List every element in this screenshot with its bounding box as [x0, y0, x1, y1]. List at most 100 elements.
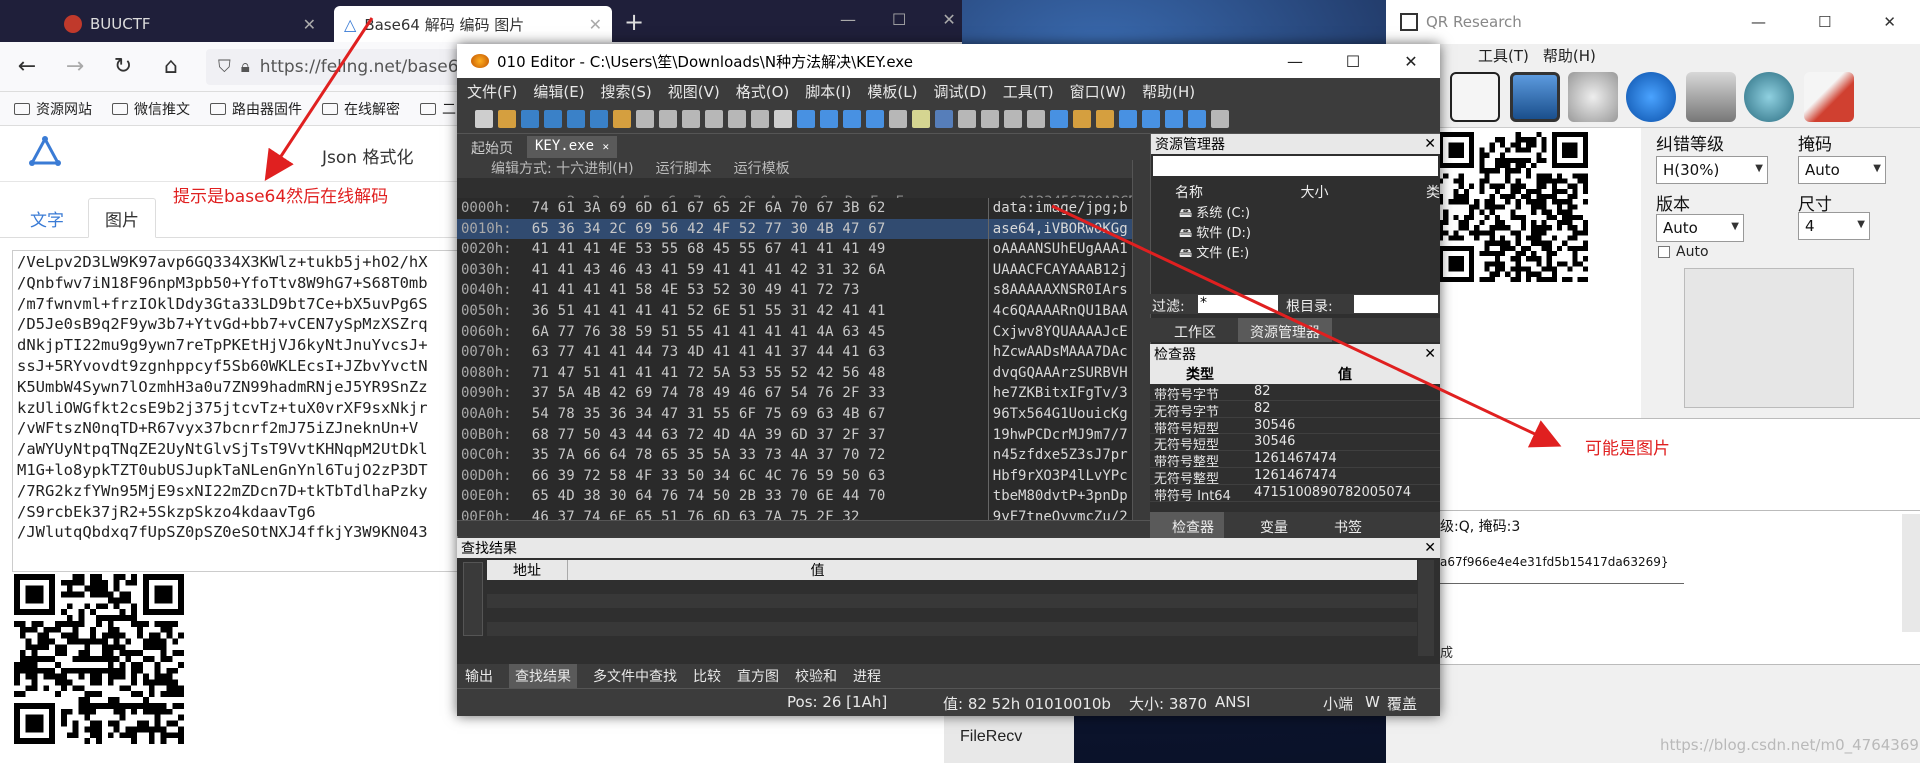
close-tab-icon[interactable]: ✕	[303, 15, 316, 34]
minimize-icon[interactable]: —	[1266, 44, 1324, 78]
toolbar-icon[interactable]	[705, 110, 723, 128]
toolbar-icon[interactable]	[659, 110, 677, 128]
hex-bytes[interactable]: 54 78 35 36 34 47 31 55 6F 75 69 63 4B 6…	[532, 404, 984, 425]
toolbar-icon[interactable]	[958, 110, 976, 128]
hex-bytes[interactable]: 37 5A 4B 42 69 74 78 49 46 67 54 76 2F 3…	[532, 383, 984, 404]
toolbar-icon[interactable]	[567, 110, 585, 128]
hex-ascii[interactable]: Cxjwv8YQUAAAAJcE	[993, 322, 1150, 343]
mouse-icon[interactable]	[1568, 72, 1618, 122]
menu-item[interactable]: 窗口(W)	[1070, 81, 1127, 102]
toolbar-icon[interactable]	[912, 110, 930, 128]
hex-ascii[interactable]: 96Tx564G1UouicKg	[993, 404, 1150, 425]
browser-tab-buuctf[interactable]: BUUCTF ✕	[54, 6, 326, 42]
menu-item[interactable]: 编辑(E)	[533, 81, 584, 102]
hex-row[interactable]: 00F0h: 46 37 74 6E 65 51 76 6D 63 7A 75 2…	[457, 506, 1150, 520]
hex-ascii[interactable]: ase64,iVBORw0KGg	[993, 219, 1150, 240]
hex-row[interactable]: 00C0h: 35 7A 66 64 78 65 35 5A 33 73 4A 3…	[457, 445, 1150, 466]
minimize-icon[interactable]: —	[1751, 13, 1766, 31]
bottom-tab[interactable]: 比较	[693, 666, 721, 686]
hex-row[interactable]: 0010h: 65 36 34 2C 69 56 42 4F 52 77 30 4…	[457, 218, 1150, 240]
hex-bytes[interactable]: 41 41 41 41 58 4E 53 52 30 49 41 72 73	[532, 280, 984, 301]
toolbar-icon[interactable]	[613, 110, 631, 128]
hex-row[interactable]: 0050h: 36 51 41 41 41 41 52 6E 51 55 31 4…	[457, 300, 1150, 322]
hex-ascii[interactable]: hZcwAADsMAAA7DAc	[993, 342, 1150, 363]
filter-input[interactable]: *	[1198, 295, 1278, 313]
menu-item[interactable]: 文件(F)	[467, 81, 517, 102]
camera-icon[interactable]	[1686, 72, 1736, 122]
forward-icon[interactable]: →	[62, 54, 88, 79]
toolbar-icon[interactable]	[1027, 110, 1045, 128]
home-icon[interactable]: ⌂	[158, 54, 184, 79]
toolbar-icon[interactable]	[636, 110, 654, 128]
pane-close-icon[interactable]: ✕	[1424, 346, 1436, 362]
maximize-icon[interactable]: ☐	[1324, 44, 1382, 78]
inspector-row[interactable]: 无符号短型 30546	[1150, 434, 1440, 453]
res-path-input[interactable]	[1153, 156, 1438, 176]
close-icon[interactable]: ✕	[942, 10, 955, 29]
qr-menu-tools[interactable]: 工具(T)	[1478, 45, 1529, 66]
toolbar-icon[interactable]	[889, 110, 907, 128]
hex-bytes[interactable]: 66 39 72 58 4F 33 50 34 6C 4C 76 59 50 6…	[532, 466, 984, 487]
pane-close-icon[interactable]: ✕	[1424, 136, 1436, 152]
hex-bytes[interactable]: 65 4D 38 30 64 76 74 50 2B 33 70 6E 44 7…	[532, 486, 984, 507]
toolbar-icon[interactable]	[843, 110, 861, 128]
toolbar-icon[interactable]	[475, 110, 493, 128]
tab-image[interactable]: 图片	[88, 198, 156, 238]
close-icon[interactable]: ✕	[1382, 44, 1440, 78]
toolbar-icon[interactable]	[521, 110, 539, 128]
hex-row[interactable]: 0000h: 74 61 3A 69 6D 61 67 65 2F 6A 70 6…	[457, 198, 1150, 219]
menu-item[interactable]: 工具(T)	[1003, 81, 1054, 102]
ec-level-select[interactable]: H(30%)	[1656, 156, 1768, 184]
hex-ascii[interactable]: tbeM80dvtP+3pnDp	[993, 486, 1150, 507]
hex-ascii[interactable]: s8AAAAAXNSR0IArs	[993, 280, 1150, 301]
nav-json-format[interactable]: Json 格式化	[322, 143, 413, 168]
hex-bytes[interactable]: 41 41 43 46 43 41 59 41 41 41 42 31 32 6…	[532, 260, 984, 281]
toolbar-icon[interactable]	[498, 110, 516, 128]
toolbar-icon[interactable]	[590, 110, 608, 128]
bottom-tab[interactable]: 多文件中查找	[593, 666, 677, 686]
tab-bookmarks[interactable]: 书签	[1334, 517, 1362, 537]
drive-item[interactable]: 🖴︎ 文件 (E:)	[1179, 244, 1440, 264]
bottom-tab[interactable]: 进程	[853, 666, 881, 686]
toolbar-icon[interactable]	[1165, 110, 1183, 128]
tab-workspace[interactable]: 工作区	[1174, 322, 1216, 342]
toolbar-icon[interactable]	[935, 110, 953, 128]
hex-row[interactable]: 0070h: 63 77 41 41 44 73 4D 41 41 41 37 4…	[457, 342, 1150, 363]
bookmark-item[interactable]: 在线解密	[322, 99, 400, 119]
hex-bytes[interactable]: 35 7A 66 64 78 65 35 5A 33 73 4A 37 70 7…	[532, 445, 984, 466]
tab-resource-manager[interactable]: 资源管理器	[1238, 318, 1332, 342]
toolbar-icon[interactable]	[1096, 110, 1114, 128]
drive-item[interactable]: 🖴︎ 系统 (C:)	[1179, 204, 1440, 224]
hex-row[interactable]: 00E0h: 65 4D 38 30 64 76 74 50 2B 33 70 6…	[457, 486, 1150, 507]
hex-bytes[interactable]: 74 61 3A 69 6D 61 67 65 2F 6A 70 67 3B 6…	[532, 198, 984, 219]
toolbar-icon[interactable]	[1211, 110, 1229, 128]
hex-ascii[interactable]: n45zfdxe5Z3sJ7pr	[993, 445, 1150, 466]
hex-horizontal-scrollbar[interactable]	[457, 520, 1150, 536]
hex-bytes[interactable]: 65 36 34 2C 69 56 42 4F 52 77 30 4B 47 6…	[532, 219, 984, 240]
root-select[interactable]	[1354, 295, 1438, 313]
size-spinner[interactable]: 4	[1798, 212, 1870, 240]
tab-variables[interactable]: 变量	[1260, 517, 1288, 537]
toolbar-icon[interactable]	[1188, 110, 1206, 128]
hex-ascii[interactable]: UAAACFCAYAAAB12j	[993, 260, 1150, 281]
hex-view[interactable]: 0000h: 74 61 3A 69 6D 61 67 65 2F 6A 70 6…	[457, 198, 1150, 520]
site-logo-icon[interactable]	[28, 135, 62, 169]
bottom-tab[interactable]: 输出	[465, 666, 493, 686]
status-endian[interactable]: 小端	[1323, 693, 1353, 714]
hex-row[interactable]: 00B0h: 68 77 50 43 44 63 72 4D 4A 39 6D 3…	[457, 424, 1150, 446]
hex-vertical-scrollbar[interactable]	[1132, 160, 1150, 520]
toolbar-icon[interactable]	[1050, 110, 1068, 128]
version-select[interactable]: Auto	[1656, 214, 1744, 242]
hex-bytes[interactable]: 46 37 74 6E 65 51 76 6D 63 7A 75 2F 32	[532, 507, 984, 520]
brush-icon[interactable]	[1804, 72, 1854, 122]
bookmark-item[interactable]: 微信推文	[112, 99, 190, 119]
hex-ascii[interactable]: he7ZKBitxIFgTv/3	[993, 383, 1150, 404]
browser-tab-base64[interactable]: △ Base64 解码 编码 图片 ✕	[334, 6, 612, 42]
close-tab-icon[interactable]: ✕	[589, 15, 602, 34]
menu-item[interactable]: 视图(V)	[668, 81, 720, 102]
status-mode[interactable]: 覆盖	[1387, 693, 1417, 714]
hex-bytes[interactable]: 6A 77 76 38 59 51 55 41 41 41 41 4A 63 4…	[532, 322, 984, 343]
hex-row[interactable]: 0040h: 41 41 41 41 58 4E 53 52 30 49 41 7…	[457, 280, 1150, 301]
menu-item[interactable]: 搜索(S)	[601, 81, 652, 102]
inspector-row[interactable]: 带符号 Int64 4715100890782005074	[1150, 485, 1440, 504]
